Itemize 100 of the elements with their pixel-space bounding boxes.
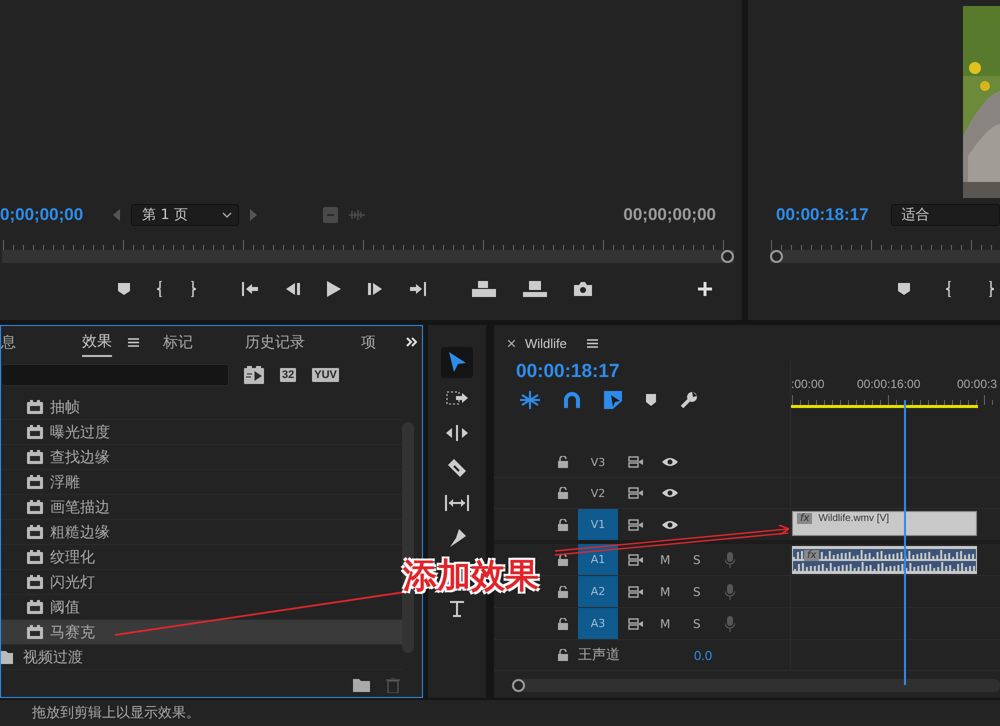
page-select[interactable]: 第 1 页 (131, 204, 240, 226)
magnet-icon[interactable] (564, 392, 580, 408)
effect-item[interactable]: 画笔描边 (1, 495, 402, 520)
ripple-edit-icon[interactable] (446, 424, 468, 440)
effect-icon (27, 575, 43, 589)
effect-folder[interactable]: 视频过渡 (1, 645, 402, 670)
go-to-in-icon[interactable] (241, 282, 259, 296)
mute-button[interactable]: M (660, 584, 674, 598)
effect-icon (27, 600, 43, 614)
wrench-icon[interactable] (680, 391, 698, 409)
track-target[interactable]: A1 (578, 544, 618, 575)
marker-icon[interactable] (646, 394, 656, 406)
more-icon[interactable] (406, 337, 418, 347)
pointer-icon[interactable] (447, 352, 468, 374)
eye-icon[interactable] (662, 488, 678, 498)
accelerated-effects-icon[interactable] (244, 366, 264, 384)
mark-in-icon[interactable] (946, 281, 952, 297)
effect-item[interactable]: 粗糙边缘 (1, 520, 402, 545)
step-forward-icon[interactable] (368, 283, 382, 295)
marker-icon[interactable] (898, 283, 910, 295)
track-target[interactable]: V1 (578, 509, 618, 540)
mute-button[interactable]: M (660, 552, 674, 566)
sync-lock-icon[interactable] (628, 618, 644, 630)
mark-out-icon[interactable] (190, 281, 196, 297)
panel-tab[interactable]: 息 (1, 328, 16, 356)
lock-icon[interactable] (558, 554, 568, 566)
menu-icon[interactable] (586, 338, 598, 348)
sequence-timecode: 00:00:18:17 (515, 361, 621, 383)
playhead-handle[interactable] (770, 250, 783, 263)
sequence-tab[interactable]: Wildlife (525, 336, 567, 350)
scroll-handle[interactable] (512, 679, 525, 692)
mute-button[interactable]: M (660, 616, 674, 630)
filter-badge[interactable]: 32 (280, 368, 296, 382)
lock-icon[interactable] (558, 518, 568, 530)
panel-tab[interactable]: 历史记录 (245, 328, 305, 356)
razor-icon[interactable] (448, 458, 466, 476)
type-icon[interactable] (450, 600, 464, 616)
sync-lock-icon[interactable] (628, 586, 644, 598)
sync-lock-icon[interactable] (628, 456, 644, 468)
effect-icon (27, 425, 43, 439)
lock-icon[interactable] (558, 487, 568, 499)
pen-icon[interactable] (448, 528, 466, 546)
tool-button[interactable] (441, 347, 474, 378)
clip-label: Wildlife.wmv [V] (818, 513, 890, 524)
sync-lock-icon[interactable] (628, 487, 644, 499)
lock-icon[interactable] (558, 618, 568, 630)
sync-lock-icon[interactable] (628, 518, 644, 530)
track-target[interactable]: V3 (578, 447, 618, 477)
master-volume-value[interactable]: 0.0 (694, 648, 712, 662)
lock-icon[interactable] (558, 649, 568, 661)
solo-button[interactable]: S (693, 584, 707, 598)
solo-button[interactable]: S (693, 552, 707, 566)
effect-item[interactable]: 浮雕 (1, 470, 402, 495)
video-clip[interactable]: fx Wildlife.wmv [V] (792, 511, 977, 536)
close-icon[interactable] (508, 340, 515, 346)
play-icon[interactable] (327, 281, 341, 297)
go-to-out-icon[interactable] (409, 282, 427, 296)
track-target[interactable]: A3 (578, 608, 618, 639)
panel-tab[interactable]: 标记 (163, 328, 193, 356)
filter-badge[interactable]: YUV (312, 368, 339, 382)
search-field[interactable] (1, 364, 229, 386)
marker-icon[interactable] (118, 283, 130, 295)
effect-item[interactable]: 纹理化 (1, 545, 402, 570)
panel-tab[interactable]: 项 (361, 328, 376, 356)
insert-icon[interactable] (472, 281, 496, 297)
chevron-icon[interactable] (222, 212, 232, 218)
menu-icon[interactable] (128, 338, 139, 346)
audio-clip[interactable]: fx (792, 546, 977, 574)
solo-button[interactable]: S (693, 616, 707, 630)
panel-tab[interactable]: 效果 (82, 328, 112, 356)
mark-out-icon[interactable] (988, 281, 994, 297)
zoom-scrollbar[interactable] (512, 679, 1000, 692)
overwrite-icon[interactable] (523, 281, 547, 297)
scrub-bar[interactable] (770, 250, 1000, 263)
effect-icon (27, 475, 43, 489)
eye-icon[interactable] (662, 457, 678, 467)
add-icon[interactable] (698, 282, 712, 296)
nest-icon[interactable] (520, 391, 540, 409)
sync-lock-icon[interactable] (628, 554, 644, 566)
playhead-handle[interactable] (721, 250, 734, 263)
effect-item[interactable]: 曝光过度 (1, 420, 402, 445)
fx-badge: fx (797, 513, 812, 524)
effect-item[interactable]: 马赛克 (1, 620, 402, 645)
fx-badge: fx (804, 550, 820, 561)
track-target[interactable]: V2 (578, 478, 618, 508)
track-select-icon[interactable] (446, 390, 468, 404)
camera-icon[interactable] (574, 282, 592, 296)
linked-selection-icon[interactable] (604, 391, 622, 409)
effect-item[interactable]: 查找边缘 (1, 445, 402, 470)
step-back-icon[interactable] (286, 283, 300, 295)
lock-icon[interactable] (558, 456, 568, 468)
zoom-select[interactable]: 适合 (890, 204, 1000, 226)
mark-in-icon[interactable] (157, 281, 163, 297)
effect-item[interactable]: 闪光灯 (1, 570, 402, 595)
effect-item[interactable]: 抽帧 (1, 395, 402, 420)
track-target[interactable]: A2 (578, 576, 618, 607)
new-folder-icon[interactable] (353, 678, 370, 692)
eye-icon[interactable] (662, 520, 678, 530)
lock-icon[interactable] (558, 586, 568, 598)
slip-icon[interactable] (445, 494, 470, 510)
